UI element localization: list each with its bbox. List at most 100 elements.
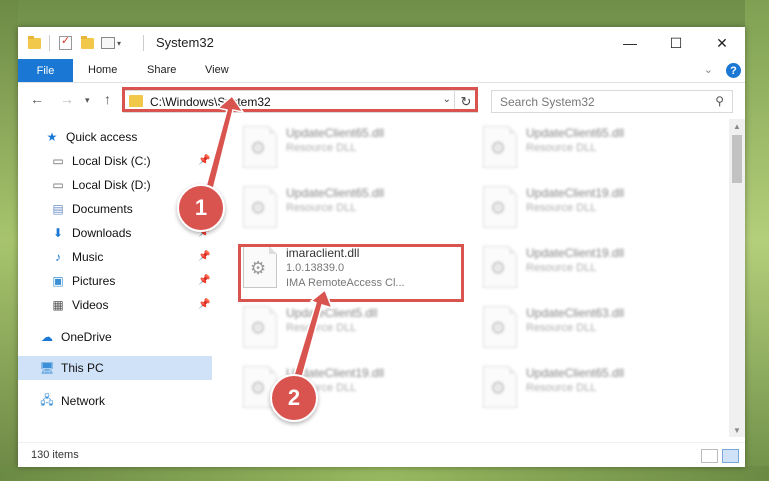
pictures-icon: ▣ [52,274,64,288]
nav-music[interactable]: ♪ Music [50,246,103,268]
videos-icon: ▦ [52,298,64,312]
nav-item-label: Downloads [72,226,132,240]
tab-file[interactable]: File [18,59,73,82]
forward-arrow-icon[interactable]: → [60,91,74,107]
file-description: Resource DLL [526,262,597,274]
file-name: UpdateClient65.dll [286,186,385,200]
file-description: Resource DLL [286,202,357,214]
nav-local-disk-d[interactable]: ▭ Local Disk (D:) [50,174,151,196]
customize-toolbar-icon[interactable]: ▾ [101,35,121,51]
list-item[interactable]: ⚙ UpdateClient19.dll Resource DLL [238,365,448,411]
pin-icon[interactable]: 📌 [198,299,210,310]
star-icon: ★ [46,130,58,144]
list-item[interactable]: ⚙ UpdateClient5.dll Resource DLL [238,305,448,351]
nav-item-label: Music [72,250,104,264]
file-name: UpdateClient19.dll [526,186,625,200]
list-item[interactable]: ⚙ UpdateClient19.dll Resource DLL [478,245,688,291]
pin-icon[interactable]: 📌 [198,155,210,166]
nav-onedrive[interactable]: ☁ OneDrive [39,326,112,348]
recent-locations-icon[interactable]: ▾ [85,95,90,106]
list-item[interactable]: ⚙ UpdateClient65.dll Resource DLL [238,185,448,231]
minimize-button[interactable]: — [607,27,653,59]
gear-icon: ⚙ [250,138,267,158]
navigation-pane: ★ Quick access ▭ Local Disk (C:) 📌 ▭ Loc… [18,119,212,437]
list-item[interactable]: ⚙ UpdateClient19.dll Resource DLL [478,185,688,231]
nav-item-label: Local Disk (C:) [72,154,151,168]
gear-icon: ⚙ [250,198,267,218]
nav-documents[interactable]: ▤ Documents [50,198,133,220]
nav-quick-access[interactable]: ★ Quick access [44,126,138,148]
tab-view[interactable]: View [205,64,229,76]
list-item[interactable]: ⚙ UpdateClient65.dll Resource DLL [478,365,688,411]
file-explorer-window: ▾ System32 — ☐ ✕ File Home Share View ⌄ … [18,27,745,467]
download-icon: ⬇ [52,226,64,240]
music-icon: ♪ [55,250,61,264]
quick-access-folder-icon[interactable] [28,35,41,51]
pin-icon[interactable]: 📌 [198,275,210,286]
properties-check-icon[interactable] [59,34,72,51]
file-description: Resource DLL [526,202,597,214]
large-icons-view-icon[interactable] [722,449,739,463]
list-item[interactable]: ⚙ UpdateClient65.dll Resource DLL [478,125,688,171]
nav-this-pc[interactable]: 🖥 This PC [18,356,212,380]
nav-pictures[interactable]: ▣ Pictures [50,270,115,292]
desktop-background-bottom [0,466,769,481]
gear-icon: ⚙ [490,258,507,278]
nav-downloads[interactable]: ⬇ Downloads [50,222,131,244]
gear-icon: ⚙ [490,138,507,158]
scroll-thumb[interactable] [732,135,742,183]
vertical-scrollbar[interactable]: ▲ ▼ [729,119,745,437]
up-arrow-icon[interactable]: ↑ [104,91,111,107]
gear-icon: ⚙ [490,378,507,398]
file-description: Resource DLL [526,382,597,394]
scroll-down-icon[interactable]: ▼ [729,423,745,437]
file-name: UpdateClient19.dll [526,246,625,260]
network-icon: 🖧 [40,392,54,407]
scroll-up-icon[interactable]: ▲ [729,119,745,133]
navigation-bar: ← → ▾ ↑ C:\Windows\System32 ⌄ ↻ Search S… [18,83,745,117]
help-icon[interactable]: ? [726,63,741,78]
nav-item-label: Pictures [72,274,116,288]
item-count: 130 items [31,449,79,461]
step-2-badge: 2 [270,374,318,422]
documents-icon: ▤ [52,202,64,216]
status-bar: 130 items [18,442,745,468]
nav-item-label: OneDrive [61,330,112,344]
nav-videos[interactable]: ▦ Videos [50,294,108,316]
desktop-background-left [0,0,18,481]
desktop-background-right [745,0,769,481]
file-description: Resource DLL [526,142,597,154]
search-input[interactable]: Search System32 ⚲ [491,90,733,113]
new-folder-icon[interactable] [81,35,94,51]
gear-icon: ⚙ [250,378,267,398]
gear-icon: ⚙ [250,318,267,338]
search-icon: ⚲ [715,94,724,108]
file-name: UpdateClient65.dll [526,366,625,380]
maximize-button[interactable]: ☐ [653,27,699,59]
gear-icon: ⚙ [490,318,507,338]
pin-icon[interactable]: 📌 [198,251,210,262]
window-title: System32 [156,35,214,50]
address-highlight-box [122,87,478,112]
computer-icon: 🖥 [39,361,55,375]
nav-network[interactable]: 🖧 Network [39,390,105,412]
nav-item-label: Quick access [66,130,138,144]
back-arrow-icon[interactable]: ← [30,91,44,107]
tab-home[interactable]: Home [88,64,117,76]
details-view-icon[interactable] [701,449,718,463]
nav-item-label: Local Disk (D:) [72,178,151,192]
file-name: UpdateClient5.dll [286,306,378,320]
expand-ribbon-icon[interactable]: ⌄ [704,63,713,76]
file-name: UpdateClient65.dll [286,126,385,140]
list-item[interactable]: ⚙ UpdateClient65.dll Resource DLL [238,125,448,171]
search-placeholder: Search System32 [500,95,595,109]
nav-item-label: This PC [61,361,104,375]
close-button[interactable]: ✕ [699,27,745,59]
list-item[interactable]: ⚙ UpdateClient63.dll Resource DLL [478,305,688,351]
nav-local-disk-c[interactable]: ▭ Local Disk (C:) [50,150,220,172]
step-1-badge: 1 [177,184,225,232]
file-name: UpdateClient63.dll [526,306,625,320]
nav-item-label: Documents [72,202,133,216]
ribbon-tabs: File Home Share View ⌄ ? [18,59,745,83]
tab-share[interactable]: Share [147,64,176,76]
